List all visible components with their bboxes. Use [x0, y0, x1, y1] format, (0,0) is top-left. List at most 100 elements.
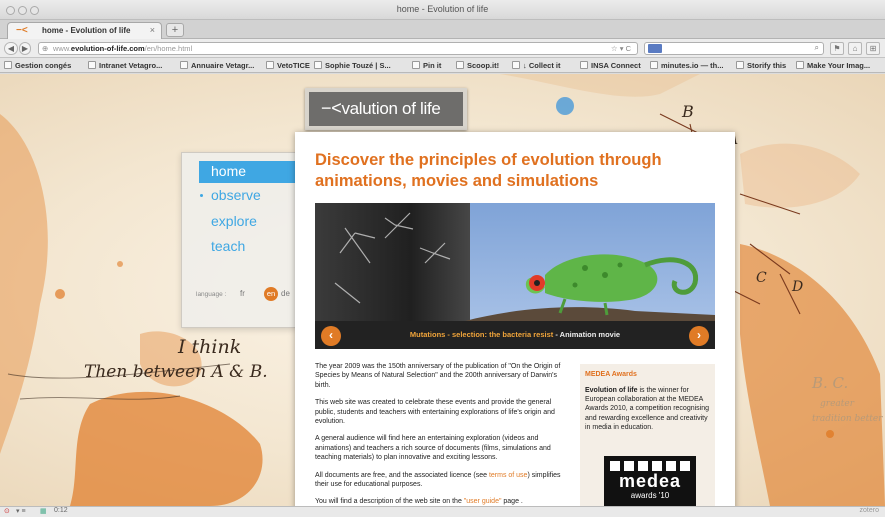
- awards-title: MEDEA Awards: [585, 371, 637, 378]
- search-icon[interactable]: ⌕: [815, 43, 819, 53]
- language-label: language :: [196, 291, 227, 298]
- sketch-letter: D: [792, 279, 804, 295]
- nav-item-home[interactable]: home: [199, 161, 297, 183]
- evolution-favicon-icon: −<: [16, 25, 28, 36]
- url-domain: evolution-of-life.com: [70, 44, 145, 53]
- licence-paragraph: All documents are free, and the associat…: [315, 471, 561, 489]
- main-content: Discover the principles of evolution thr…: [295, 132, 735, 506]
- medea-badge-sub: awards '10: [630, 491, 670, 500]
- tab-bar: −< home - Evolution of life × +: [0, 20, 885, 39]
- bookmark-item[interactable]: Gestion congés: [4, 60, 71, 71]
- url-path: /en/home.html: [144, 44, 193, 53]
- bookmark-item[interactable]: Make Your Imag...: [796, 60, 870, 71]
- sketch-letter: C: [756, 270, 767, 286]
- addon-icon[interactable]: ⊞: [866, 42, 880, 55]
- awards-text: Evolution of life is the winner for Euro…: [585, 387, 710, 431]
- sketch-text: B. C.: [812, 374, 849, 392]
- page-viewport[interactable]: I think Then between A & B. B A C D B. C…: [0, 74, 885, 506]
- user-guide-link[interactable]: "user guide": [464, 498, 502, 505]
- site-identity-icon[interactable]: ⊕: [42, 43, 48, 54]
- sketch-text: greater: [820, 399, 855, 409]
- site-logo-text: valution of life: [341, 99, 441, 118]
- bookmark-page-icon: [88, 61, 96, 69]
- site-logo[interactable]: −<valution of life: [305, 88, 467, 130]
- bookmark-item[interactable]: Intranet Vetagro...: [88, 60, 162, 71]
- bookmark-icon[interactable]: ⚑: [830, 42, 844, 55]
- intro-text: The year 2009 was the 150th anniversary …: [315, 362, 565, 506]
- carousel-prev-button[interactable]: ‹: [321, 326, 341, 346]
- bookmark-page-icon: [180, 61, 188, 69]
- search-box[interactable]: ⌕: [644, 42, 824, 55]
- hero-caption[interactable]: Mutations - selection: the bacteria resi…: [315, 321, 715, 349]
- zotero-status[interactable]: zotero: [860, 507, 879, 514]
- guide-paragraph: You will find a description of the web s…: [315, 498, 523, 506]
- forward-button[interactable]: ▶: [19, 42, 31, 55]
- url-prefix: www.: [53, 44, 71, 53]
- bookmark-page-icon: [266, 61, 274, 69]
- language-de[interactable]: de: [281, 289, 290, 298]
- page-headline: Discover the principles of evolution thr…: [315, 151, 662, 190]
- addon-status-icon[interactable]: ⊙: [4, 507, 10, 515]
- bookmark-page-icon: [796, 61, 804, 69]
- bookmark-item[interactable]: Storify this: [736, 60, 786, 71]
- bookmark-page-icon: [736, 61, 744, 69]
- film-strip-icon: [610, 461, 690, 471]
- bookmark-page-icon: [580, 61, 588, 69]
- timer-icon: ▦: [40, 508, 47, 515]
- site-navigation: home observe explore teach language : fr…: [181, 152, 297, 328]
- medea-badge-word: medea: [618, 471, 682, 491]
- sketch-text: Then between A & B.: [84, 362, 268, 382]
- medea-awards-badge[interactable]: medea awards '10: [604, 456, 696, 506]
- bookmark-item[interactable]: INSA Connect: [580, 60, 641, 71]
- bookmark-page-icon: [4, 61, 12, 69]
- bookmark-item[interactable]: Annuaire Vetagr...: [180, 60, 254, 71]
- nav-item-teach[interactable]: teach: [211, 238, 245, 254]
- intro-paragraph: The year 2009 was the 150th anniversary …: [315, 363, 561, 389]
- bookmark-page-icon: [412, 61, 420, 69]
- hero-caption-suffix: - Animation movie: [553, 330, 621, 339]
- hero-carousel[interactable]: Mutations - selection: the bacteria resi…: [315, 203, 715, 349]
- bookmark-page-icon: [512, 61, 520, 69]
- tab-label: home - Evolution of life: [42, 26, 131, 35]
- status-time: 0:12: [54, 507, 68, 514]
- language-en[interactable]: en: [264, 287, 278, 301]
- sketch-letter: B: [682, 102, 694, 121]
- new-tab-button[interactable]: +: [166, 23, 184, 37]
- bookmark-item[interactable]: VetoTICE: [266, 60, 310, 71]
- bookmark-item[interactable]: minutes.io — th...: [650, 60, 724, 71]
- status-bar: ⊙ ▾ ≡ ▦ 0:12 zotero: [0, 506, 885, 517]
- chameleon-illustration: [334, 212, 715, 321]
- hero-caption-title: Mutations - selection: the bacteria resi…: [409, 330, 554, 339]
- intro-paragraph: This web site was created to celebrate t…: [315, 399, 555, 426]
- bookmark-item[interactable]: Sophie Touzé | S...: [314, 60, 391, 71]
- window-title: home - Evolution of life: [396, 4, 489, 14]
- back-button[interactable]: ◀: [4, 42, 18, 55]
- bookmark-page-icon: [314, 61, 322, 69]
- tab-home[interactable]: −< home - Evolution of life ×: [7, 22, 162, 39]
- intro-paragraph: A general audience will find here an ent…: [315, 435, 551, 462]
- evolution-arrow-icon: −<: [321, 98, 342, 118]
- bookmark-page-icon: [456, 61, 464, 69]
- carousel-next-button[interactable]: ›: [689, 326, 709, 346]
- bookmark-item[interactable]: Pin it: [412, 60, 441, 71]
- nav-bullet-icon: [200, 194, 203, 197]
- bookmark-page-icon: [650, 61, 658, 69]
- bookmark-item[interactable]: Scoop.it!: [456, 60, 499, 71]
- search-engine-icon[interactable]: [648, 44, 662, 53]
- reload-icon[interactable]: ☆ ▾ C: [611, 43, 631, 54]
- sketch-text: tradition better: [812, 414, 883, 424]
- terms-of-use-link[interactable]: terms of use: [489, 472, 528, 479]
- navigation-toolbar: ◀ ▶ ⊕ www.evolution-of-life.com/en/home.…: [0, 39, 885, 58]
- bookmarks-toolbar: Gestion congés Intranet Vetagro... Annua…: [0, 58, 885, 73]
- sketch-text: I think: [178, 336, 242, 358]
- language-fr[interactable]: fr: [240, 289, 245, 298]
- home-icon[interactable]: ⌂: [848, 42, 862, 55]
- menu-status-icon[interactable]: ▾ ≡: [16, 507, 26, 515]
- bookmark-item[interactable]: ↓ Collect it: [512, 60, 561, 71]
- nav-item-explore[interactable]: explore: [211, 213, 257, 229]
- awards-box: MEDEA Awards Evolution of life is the wi…: [580, 364, 715, 506]
- window-titlebar: home - Evolution of life: [0, 0, 885, 20]
- address-bar[interactable]: ⊕ www.evolution-of-life.com/en/home.html…: [38, 42, 638, 55]
- close-tab-icon[interactable]: ×: [150, 25, 155, 35]
- nav-item-observe[interactable]: observe: [211, 187, 261, 203]
